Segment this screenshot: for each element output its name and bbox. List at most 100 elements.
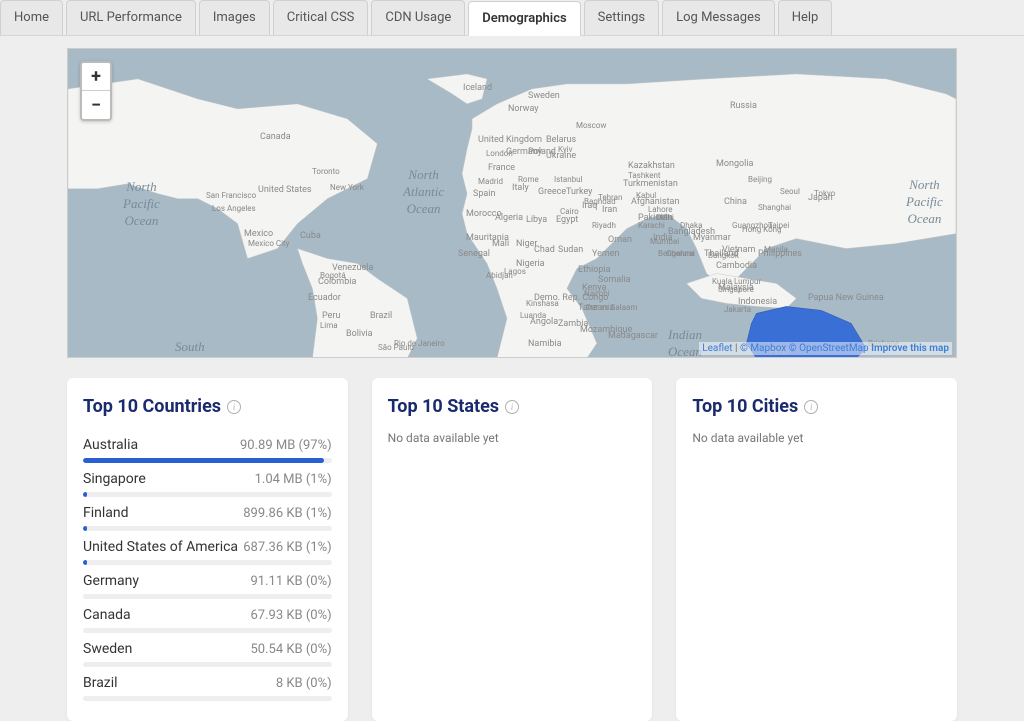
map-city-label: Nairobi xyxy=(584,289,610,298)
map-city-label: Istanbul xyxy=(554,175,583,184)
country-name: Australia xyxy=(83,437,138,453)
country-stat: 90.89 MB (97%) xyxy=(240,438,332,453)
tab-demographics[interactable]: Demographics xyxy=(468,1,580,36)
map-city-label: Guangzhou xyxy=(732,221,772,230)
country-stat: 8 KB (0%) xyxy=(276,676,332,691)
map-country-label: United Kingdom xyxy=(478,135,542,145)
country-name: United States of America xyxy=(83,539,238,555)
map-city-label: Kabul xyxy=(636,191,656,200)
map-country-label: Iceland xyxy=(463,83,492,93)
map-city-label: Mumbai xyxy=(650,237,679,246)
map-country-label: Mongolia xyxy=(716,159,753,169)
ocean-label: NorthPacificOcean xyxy=(906,177,943,228)
map-country-label: Chad xyxy=(534,245,555,255)
country-row: Germany 91.11 KB (0%) xyxy=(83,567,332,601)
ocean-label: IndianOcean xyxy=(668,327,702,358)
map-country-label: Senegal xyxy=(458,249,490,259)
progress-bar xyxy=(83,492,332,497)
mapbox-link[interactable]: © Mapbox xyxy=(740,343,786,354)
map-country-label: Bolivia xyxy=(346,329,373,339)
tab-home[interactable]: Home xyxy=(0,0,63,35)
top-states-card: Top 10 States i No data available yet xyxy=(372,378,653,721)
card-title-cities: Top 10 Cities i xyxy=(692,396,941,417)
tab-url-performance[interactable]: URL Performance xyxy=(66,0,196,35)
progress-fill xyxy=(83,458,324,463)
tab-images[interactable]: Images xyxy=(199,0,270,35)
tab-settings[interactable]: Settings xyxy=(584,0,659,35)
zoom-out-button[interactable]: − xyxy=(82,91,110,119)
map-country-label: Cambodia xyxy=(716,261,757,271)
map-city-label: Los Angeles xyxy=(212,204,256,213)
map-svg xyxy=(68,49,956,358)
ocean-label: NorthPacificOcean xyxy=(123,179,160,230)
map-city-label: Beijing xyxy=(748,175,772,184)
tab-help[interactable]: Help xyxy=(778,0,833,35)
country-row: Finland899.86 KB (1%) xyxy=(83,499,332,533)
leaflet-link[interactable]: Leaflet xyxy=(702,343,732,354)
map-country-label: Oman xyxy=(608,235,632,245)
zoom-in-button[interactable]: + xyxy=(82,63,110,91)
map-city-label: Tokyo xyxy=(814,189,835,198)
map-country-label: Greece xyxy=(538,187,566,197)
map-country-label: Russia xyxy=(730,101,757,111)
map-country-label: Cuba xyxy=(300,231,321,241)
map-country-label: Kazakhstan xyxy=(628,161,675,171)
info-icon[interactable]: i xyxy=(505,400,519,414)
map-city-label: Seoul xyxy=(780,187,800,196)
country-name: Brazil xyxy=(83,675,118,691)
country-stat: 687.36 KB (1%) xyxy=(243,540,331,555)
stats-cards: Top 10 Countries i Australia90.89 MB (97… xyxy=(67,378,957,721)
country-row: Sweden50.54 KB (0%) xyxy=(83,635,332,669)
no-data-states: No data available yet xyxy=(388,431,637,445)
country-list: Australia 90.89 MB (97%) Singapore 1.04 MB … xyxy=(83,431,332,703)
progress-bar xyxy=(83,662,332,667)
map-city-label: Tashkent xyxy=(628,171,660,180)
map-country-label: Italy xyxy=(512,183,529,193)
country-stat: 91.11 KB (0%) xyxy=(251,574,332,589)
improve-map-link[interactable]: Improve this map xyxy=(871,343,949,354)
map-country-label: Namibia xyxy=(528,339,562,349)
map-country-label: Sweden xyxy=(528,91,560,101)
map-city-label: Kinshasa xyxy=(526,299,559,308)
map-city-label: Rio de Janeiro xyxy=(394,339,445,348)
map-country-label: Norway xyxy=(508,104,539,114)
map-city-label: Madrid xyxy=(478,177,503,186)
country-name: Germany xyxy=(83,573,139,589)
map-country-label: Yemen xyxy=(592,249,620,259)
progress-bar xyxy=(83,560,332,565)
map-city-label: Rome xyxy=(518,175,539,184)
info-icon[interactable]: i xyxy=(804,400,818,414)
map-city-label: Cairo xyxy=(560,207,579,216)
map-country-label: Brazil xyxy=(370,311,392,321)
map-country-label: Egypt xyxy=(556,215,578,225)
progress-fill xyxy=(83,560,87,565)
tab-critical-css[interactable]: Critical CSS xyxy=(273,0,369,35)
tab-cdn-usage[interactable]: CDN Usage xyxy=(371,0,465,35)
map-country-label: Ethiopia xyxy=(578,265,610,275)
map-country-label: Belarus xyxy=(546,135,576,145)
tab-log-messages[interactable]: Log Messages xyxy=(662,0,775,35)
map-country-label: Sudan xyxy=(558,245,583,255)
map-city-label: Bogotá xyxy=(320,271,346,280)
world-map[interactable]: + − NorthPacificOceanNorthAtlanticOceanN… xyxy=(67,48,957,358)
progress-bar xyxy=(83,628,332,633)
country-stat: 1.04 MB (1%) xyxy=(255,472,332,487)
map-city-label: Abidjan xyxy=(486,271,513,280)
info-icon[interactable]: i xyxy=(227,400,241,414)
map-city-label: Singapore xyxy=(718,285,754,294)
map-country-label: Somalia xyxy=(598,275,631,285)
country-stat: 50.54 KB (0%) xyxy=(251,642,332,657)
card-title-states: Top 10 States i xyxy=(388,396,637,417)
progress-bar xyxy=(83,458,332,463)
map-city-label: New York xyxy=(330,183,364,192)
progress-bar xyxy=(83,526,332,531)
map-city-label: Mexico City xyxy=(248,239,289,248)
map-city-label: Dhaka xyxy=(680,221,702,230)
content: + − NorthPacificOceanNorthAtlanticOceanN… xyxy=(0,36,1024,721)
osm-link[interactable]: © OpenStreetMap xyxy=(789,343,869,354)
map-country-label: Canada xyxy=(260,132,291,142)
country-row: Canada67.93 KB (0%) xyxy=(83,601,332,635)
zoom-controls: + − xyxy=(80,61,112,121)
country-name: Singapore xyxy=(83,471,146,487)
country-name: Finland xyxy=(83,505,129,521)
